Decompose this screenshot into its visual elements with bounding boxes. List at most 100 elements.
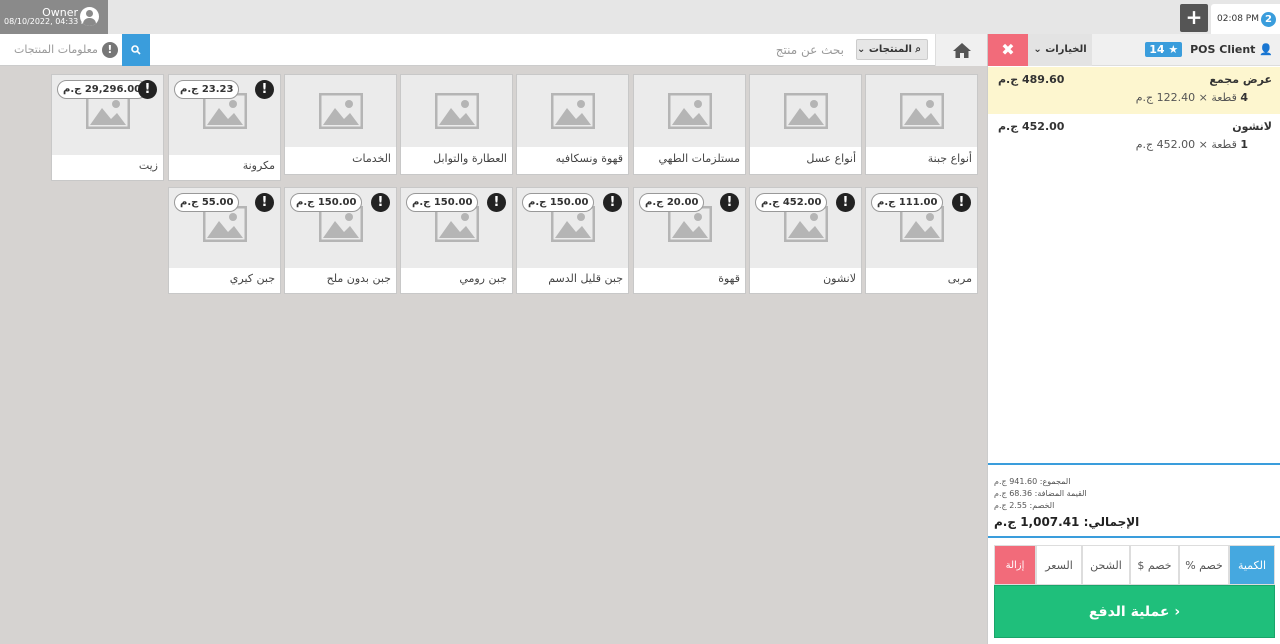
- chevron-left-icon: ‹: [1174, 604, 1181, 620]
- product-tile[interactable]: 20.00 ج.م ! قهوة: [633, 187, 746, 294]
- order-summary: المجموع: 941.60 ج.م القيمة المضافة: 68.3…: [988, 463, 1280, 538]
- payment-button[interactable]: ‹ عملية الدفع: [994, 585, 1275, 638]
- home-button[interactable]: [935, 34, 987, 66]
- product-name: جبن رومي: [459, 272, 507, 285]
- product-name: مكرونة: [242, 159, 275, 172]
- image-placeholder-icon: [285, 75, 396, 147]
- info-icon[interactable]: !: [720, 193, 739, 212]
- price-badge: 111.00 ج.م: [871, 193, 944, 212]
- product-tile[interactable]: 111.00 ج.م ! مربى: [865, 187, 978, 294]
- info-icon[interactable]: !: [255, 193, 274, 212]
- quantity-mode-button[interactable]: الكمية: [1229, 545, 1275, 585]
- info-icon[interactable]: !: [836, 193, 855, 212]
- loyalty-badge: ★ 14: [1145, 42, 1183, 57]
- product-tile[interactable]: 150.00 ج.م ! جبن قليل الدسم: [516, 187, 629, 294]
- category-tile[interactable]: العطارة والتوابل: [400, 74, 513, 175]
- loyalty-points: 14: [1149, 43, 1165, 56]
- order-number-badge: 2: [1261, 12, 1276, 27]
- client-bar: ✖ الخيارات ⌄ 👤 POS Client ★ 14: [988, 34, 1280, 66]
- info-icon[interactable]: !: [487, 193, 506, 212]
- search-icon: [131, 45, 141, 55]
- price-mode-button[interactable]: السعر: [1036, 545, 1082, 585]
- order-line-total: 452.00 ج.م: [998, 120, 1065, 133]
- order-line[interactable]: عرض مجمع 489.60 ج.م 4 قطعة × 122.40 ج.م: [988, 67, 1280, 114]
- chevron-down-icon: ⌄: [1033, 44, 1042, 55]
- info-icon[interactable]: !: [952, 193, 971, 212]
- user-menu[interactable]: Owner 08/10/2022, 04:33 PM: [0, 0, 108, 34]
- price-badge: 150.00 ج.م: [522, 193, 595, 212]
- order-time: 02:08 PM: [1217, 14, 1259, 24]
- order-tab[interactable]: 02:08 PM 2: [1211, 4, 1280, 34]
- discount-amount-button[interactable]: خصم $: [1130, 545, 1179, 585]
- info-icon[interactable]: !: [603, 193, 622, 212]
- info-icon[interactable]: !: [255, 80, 274, 99]
- category-tile[interactable]: الخدمات: [284, 74, 397, 175]
- numpad-modes: الكمية خصم % خصم $ الشحن السعر إزالة: [994, 545, 1275, 585]
- order-line[interactable]: لانشون 452.00 ج.م 1 قطعة × 452.00 ج.م: [988, 114, 1280, 161]
- order-line-unit: قطعة: [1211, 138, 1237, 151]
- category-dropdown-label: المنتجات: [868, 44, 912, 55]
- product-tile[interactable]: 150.00 ج.م ! جبن بدون ملح: [284, 187, 397, 294]
- image-placeholder-icon: [750, 75, 861, 147]
- info-icon[interactable]: !: [138, 80, 157, 99]
- product-name: مربى: [947, 272, 972, 285]
- order-line-qty: 4: [1240, 91, 1248, 104]
- category-name: قهوة ونسكافيه: [555, 152, 623, 165]
- subtotal: المجموع: 941.60 ج.م: [994, 477, 1071, 486]
- category-name: أنواع جبنة: [927, 152, 972, 165]
- client-selector[interactable]: 👤 POS Client ★ 14: [1145, 42, 1273, 57]
- product-tile[interactable]: 452.00 ج.م ! لانشون: [749, 187, 862, 294]
- category-tile[interactable]: مستلزمات الطهي: [633, 74, 746, 175]
- category-tile[interactable]: أنواع عسل: [749, 74, 862, 175]
- search-button[interactable]: [122, 34, 150, 66]
- client-name: POS Client: [1190, 43, 1256, 56]
- product-name: جبن بدون ملح: [326, 272, 391, 285]
- chevron-down-icon: ⌄: [856, 44, 866, 55]
- order-line-qty: 1: [1240, 138, 1248, 151]
- order-line-detail: 4 قطعة × 122.40 ج.م: [1135, 91, 1248, 104]
- product-name: جبن كيري: [229, 272, 275, 285]
- product-name: زيت: [138, 159, 158, 172]
- product-info-button[interactable]: !معلومات المنتجات: [14, 42, 118, 58]
- discount-amount: الخصم: 2.55 ج.م: [994, 501, 1055, 510]
- info-icon: !: [101, 42, 118, 58]
- order-line-unit: قطعة: [1211, 91, 1237, 104]
- options-dropdown[interactable]: الخيارات ⌄: [1028, 34, 1092, 66]
- product-tile[interactable]: 23.23 ج.م ! مكرونة: [168, 74, 281, 181]
- vat-amount: القيمة المضافة: 68.36 ج.م: [994, 489, 1087, 498]
- product-tile[interactable]: 55.00 ج.م ! جبن كيري: [168, 187, 281, 294]
- order-panel: ✖ الخيارات ⌄ 👤 POS Client ★ 14 عرض مجمع …: [987, 34, 1280, 644]
- order-line-price: 452.00 ج.م: [1135, 138, 1196, 151]
- home-icon: [953, 43, 971, 58]
- category-name: العطارة والتوابل: [433, 152, 507, 165]
- category-dropdown[interactable]: ⌕ المنتجات ⌄: [856, 39, 928, 60]
- info-icon[interactable]: !: [371, 193, 390, 212]
- grand-total: الإجمالي: 1,007.41 ج.م: [994, 515, 1140, 529]
- close-order-button[interactable]: ✖: [988, 34, 1028, 66]
- category-tile[interactable]: أنواع جبنة: [865, 74, 978, 175]
- product-name: لانشون: [823, 272, 856, 285]
- image-placeholder-icon: [634, 75, 745, 147]
- search-small-icon: ⌕: [915, 44, 921, 55]
- product-name: جبن قليل الدسم: [548, 272, 623, 285]
- category-tile[interactable]: قهوة ونسكافيه: [516, 74, 629, 175]
- search-input[interactable]: [152, 38, 848, 62]
- user-avatar-icon: [80, 7, 99, 26]
- image-placeholder-icon: [517, 75, 628, 147]
- product-tile[interactable]: 29,296.00 ج.م ! زيت: [51, 74, 164, 181]
- product-name: قهوة: [718, 272, 740, 285]
- image-placeholder-icon: [401, 75, 512, 147]
- shipping-button[interactable]: الشحن: [1082, 545, 1130, 585]
- search-bar: !معلومات المنتجات ⌕ المنتجات ⌄: [0, 34, 987, 66]
- product-info-label: معلومات المنتجات: [14, 43, 98, 56]
- new-order-button[interactable]: +: [1180, 4, 1208, 32]
- star-icon: ★: [1168, 43, 1179, 56]
- order-line-total: 489.60 ج.م: [998, 73, 1065, 86]
- product-tile[interactable]: 150.00 ج.م ! جبن رومي: [400, 187, 513, 294]
- category-name: الخدمات: [352, 152, 391, 165]
- options-label: الخيارات: [1045, 44, 1087, 55]
- price-badge: 23.23 ج.م: [174, 80, 240, 99]
- discount-percent-button[interactable]: خصم %: [1179, 545, 1229, 585]
- image-placeholder-icon: [866, 75, 977, 147]
- remove-line-button[interactable]: إزالة: [994, 545, 1036, 585]
